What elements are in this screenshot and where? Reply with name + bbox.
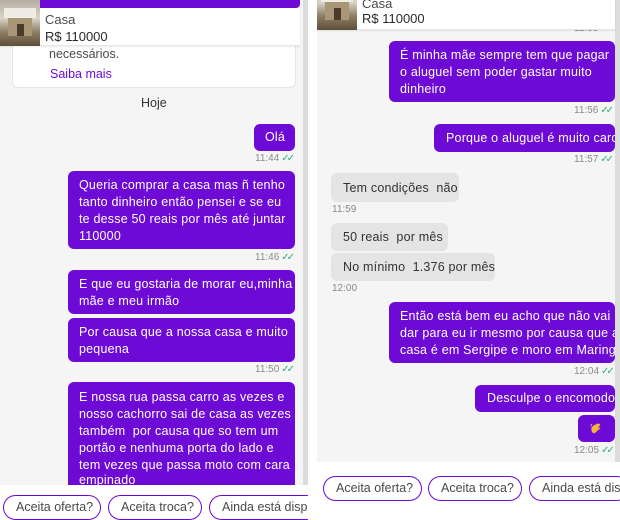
listing-title: Casa [362, 0, 393, 11]
message-timestamp: 11:50 ✓✓ [255, 364, 295, 375]
quick-reply-still-available[interactable]: Ainda está disponível? [209, 495, 308, 520]
notice-text: necessários. [49, 47, 120, 61]
message-text-line: mãe e meu irmão [79, 294, 180, 308]
incoming-message[interactable]: No mínimo 1.376 por mês [331, 253, 495, 281]
quick-reply-accept-trade[interactable]: Aceita troca? [108, 495, 202, 520]
listing-price: R$ 110000 [45, 29, 108, 44]
quick-reply-still-available[interactable]: Ainda está disponível? [529, 476, 620, 501]
message-timestamp: 12:05 ✓✓ [574, 445, 615, 456]
read-check-icon: ✓✓ [601, 445, 615, 456]
safety-notice-card: necessários. Saiba mais [12, 40, 296, 88]
quick-replies-bar: Aceita oferta? Aceita troca? Ainda está … [317, 462, 620, 520]
message-timestamp: 12:04 ✓✓ [574, 366, 615, 377]
read-check-icon: ✓✓ [600, 154, 614, 165]
listing-thumbnail [317, 0, 357, 30]
outgoing-message[interactable]: Por causa que a nossa casa e muito peque… [68, 318, 295, 362]
read-check-icon: ✓✓ [281, 153, 295, 164]
waving-hand-icon [590, 423, 601, 434]
message-list[interactable]: 11:55✓✓ É minha mãe sempre tem que pagar… [317, 0, 620, 462]
message-text: Desculpe o encomodo [487, 391, 616, 405]
outgoing-message[interactable]: É minha mãe sempre tem que pagar o alugu… [389, 41, 615, 102]
message-text-line: Então está bem eu acho que não vai [400, 309, 611, 323]
outgoing-message[interactable]: Desculpe o encomodo [475, 385, 615, 412]
message-text-line: 110000 [79, 229, 121, 243]
message-text-line: te desse 50 reais por mês até juntar [79, 212, 286, 226]
quick-reply-accept-offer[interactable]: Aceita oferta? [3, 495, 101, 520]
message-timestamp: 11:56 ✓✓ [574, 105, 614, 116]
chat-panel-left: necessários. Saiba mais Hoje Olá 11:44 ✓✓… [0, 0, 308, 520]
message-text-line: nosso cachorro sai de casa as vezes [79, 407, 291, 421]
quick-reply-accept-offer[interactable]: Aceita oferta? [323, 476, 422, 501]
message-text-line: pequena [79, 342, 130, 356]
message-timestamp: 11:59 [332, 204, 357, 215]
message-timestamp: 11:46 ✓✓ [255, 252, 295, 263]
listing-header[interactable]: Casa R$ 110000 [317, 0, 615, 30]
read-check-icon: ✓✓ [600, 105, 614, 116]
learn-more-link[interactable]: Saiba mais [50, 67, 112, 81]
message-text-line: Por causa que a nossa casa e muito [79, 325, 289, 339]
outgoing-message[interactable]: E que eu gostaria de morar eu,minha mãe … [68, 270, 295, 314]
message-text-line: o aluguel sem poder gastar muito [400, 65, 592, 79]
message-text-line: empinado [79, 473, 136, 485]
quick-replies-bar: Aceita oferta? Aceita troca? Ainda está … [0, 485, 308, 520]
message-text-line: E nossa rua passa carro as vezes e [79, 390, 285, 404]
listing-thumbnail [0, 0, 40, 46]
outgoing-message[interactable]: E nossa rua passa carro as vezes e nosso… [68, 382, 295, 485]
message-text-line: dinheiro [400, 82, 447, 96]
message-timestamp: 11:57 ✓✓ [574, 154, 614, 165]
message-text-line: portão e nenhuma porta do lado e [79, 441, 274, 455]
message-list[interactable]: necessários. Saiba mais Hoje Olá 11:44 ✓✓… [0, 0, 308, 485]
quick-reply-accept-trade[interactable]: Aceita troca? [428, 476, 522, 501]
message-text: 50 reais por mês [343, 230, 443, 244]
message-text: Olá [265, 130, 286, 144]
outgoing-message[interactable]: Porque o aluguel é muito caro [434, 124, 618, 152]
read-check-icon: ✓✓ [281, 364, 295, 375]
header-accent-strip [36, 0, 300, 8]
message-text-line: Queria comprar a casa mas ñ tenho [79, 178, 286, 192]
message-text: Porque o aluguel é muito caro [446, 131, 619, 145]
chat-panel-right: 11:55✓✓ É minha mãe sempre tem que pagar… [317, 0, 620, 520]
read-check-icon: ✓✓ [281, 252, 295, 263]
outgoing-message[interactable]: Queria comprar a casa mas ñ tenho tanto … [68, 171, 295, 249]
message-text-line: tanto dinheiro então pensei e se eu [79, 195, 282, 209]
day-separator: Hoje [141, 96, 167, 110]
message-text: No mínimo 1.376 por mês [343, 260, 496, 274]
message-text-line: também por causa que so tem um [79, 424, 279, 438]
message-text-line: E que eu gostaria de morar eu,minha [79, 277, 293, 291]
scrollbar[interactable] [303, 0, 308, 485]
outgoing-message[interactable] [578, 415, 615, 442]
outgoing-message[interactable]: Olá [254, 124, 295, 151]
read-check-icon: ✓✓ [601, 366, 615, 377]
listing-header[interactable]: Casa R$ 110000 [0, 0, 300, 46]
listing-title: Casa [45, 12, 76, 27]
incoming-message[interactable]: 50 reais por mês [331, 223, 448, 251]
message-timestamp: 11:44 ✓✓ [255, 153, 295, 164]
message-timestamp: 12:00 [332, 283, 358, 294]
message-text-line: É minha mãe sempre tem que pagar [400, 48, 610, 62]
scrollbar[interactable] [615, 0, 620, 462]
message-text-line: dar para eu ir mesmo por causa que a [400, 326, 620, 340]
message-text-line: casa é em Sergipe e moro em Maringá [400, 343, 620, 357]
outgoing-message[interactable]: Então está bem eu acho que não vai dar p… [389, 302, 620, 363]
incoming-message[interactable]: Tem condições não [331, 173, 459, 202]
message-text: Tem condições não [343, 181, 458, 195]
listing-price: R$ 110000 [362, 11, 425, 26]
screenshot-root: necessários. Saiba mais Hoje Olá 11:44 ✓✓… [0, 0, 620, 520]
